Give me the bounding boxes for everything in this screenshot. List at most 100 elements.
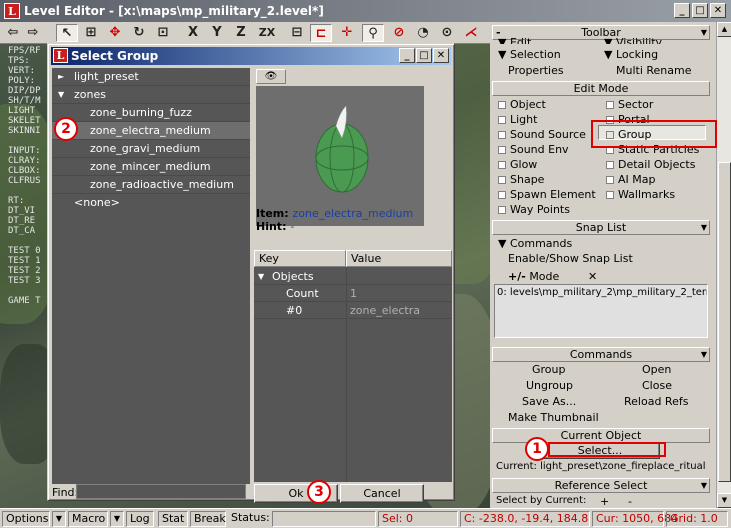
select-highlight-box xyxy=(548,442,666,457)
value-column-header[interactable]: Value xyxy=(346,250,452,267)
properties-table[interactable]: Key Value ▼ Objects Count 1 #0 zone_elec… xyxy=(254,250,452,482)
reference-select-header[interactable]: Reference Select ▼ xyxy=(492,478,710,493)
snap-list-box[interactable]: 0: levels\mp_military_2\mp_military_2_te… xyxy=(494,284,708,338)
options-dropdown-icon[interactable]: ▼ xyxy=(52,511,66,527)
selection-menu[interactable]: ▼ Selection xyxy=(498,48,561,61)
cancel-button[interactable]: Cancel xyxy=(340,484,424,503)
ungroup-command[interactable]: Ungroup xyxy=(526,379,573,392)
open-command[interactable]: Open xyxy=(642,363,671,376)
normal-align-icon[interactable]: ⊘ xyxy=(388,24,410,42)
add-object-icon[interactable]: ⊞ xyxy=(80,24,102,42)
rotate-snap-icon[interactable]: ◔ xyxy=(412,24,434,42)
key-column-header[interactable]: Key xyxy=(254,250,346,267)
maximize-button[interactable]: □ xyxy=(692,3,708,18)
find-input[interactable] xyxy=(76,484,246,499)
tree-item-light-preset[interactable]: ► light_preset xyxy=(52,68,250,86)
axis-y-button[interactable]: Y xyxy=(206,24,228,42)
tree-item[interactable]: zone_mincer_medium xyxy=(52,158,250,176)
prop-row-count[interactable]: Count 1 xyxy=(254,285,452,302)
current-object-header[interactable]: Current Object xyxy=(492,428,710,443)
magnet-icon[interactable]: ⚲ xyxy=(362,24,384,42)
properties-button[interactable]: Properties xyxy=(508,64,564,77)
item-value: zone_electra_medium xyxy=(292,207,414,220)
snap-mode-button[interactable]: +/- Mode xyxy=(508,270,559,283)
mode-sound-env[interactable]: Sound Env xyxy=(498,143,569,156)
select-by-current-minus[interactable]: - xyxy=(628,495,632,508)
prop-row-item[interactable]: #0 zone_electra xyxy=(254,302,452,319)
collapse-arrow-icon[interactable]: ▼ xyxy=(258,268,264,285)
viewport-hud: FPS/RF TPS: VERT: POLY: DIP/DP SH/T/M LIGHT S… xyxy=(8,46,41,306)
tree-item[interactable]: zone_burning_fuzz xyxy=(52,104,250,122)
edit-menu[interactable]: ▼ Edit xyxy=(498,36,531,44)
scale-snap-icon[interactable]: ⋌ xyxy=(460,24,482,42)
tree-item-zones[interactable]: ▼ zones xyxy=(52,86,250,104)
prop-row-objects[interactable]: ▼ Objects xyxy=(254,268,452,285)
scroll-up-icon[interactable]: ▲ xyxy=(717,22,731,37)
move-icon[interactable]: ✥ xyxy=(104,24,126,42)
tree-item[interactable]: zone_radioactive_medium xyxy=(52,176,250,194)
mode-sound-source[interactable]: Sound Source xyxy=(498,128,586,141)
log-button[interactable]: Log xyxy=(126,511,154,527)
snap-grid-icon[interactable]: ⊟ xyxy=(286,24,308,42)
back-arrow-icon[interactable]: ⇦ xyxy=(2,24,24,42)
vertex-snap-icon[interactable]: ✛ xyxy=(336,24,358,42)
scroll-thumb[interactable] xyxy=(718,162,731,482)
object-snap-icon[interactable]: ⊏ xyxy=(310,24,332,42)
expand-arrow-icon[interactable]: ► xyxy=(58,68,64,86)
select-pointer-icon[interactable]: ↖ xyxy=(56,24,78,42)
options-menu[interactable]: Options xyxy=(2,511,50,527)
mode-object[interactable]: Object xyxy=(498,98,546,111)
save-as-command[interactable]: Save As... xyxy=(522,395,576,408)
axis-z-button[interactable]: Z xyxy=(230,24,252,42)
mode-sector[interactable]: Sector xyxy=(606,98,653,111)
mode-way-points[interactable]: Way Points xyxy=(498,203,570,216)
axis-x-button[interactable]: X xyxy=(182,24,204,42)
right-panel-scrollbar[interactable]: ▲ ▼ xyxy=(716,22,731,508)
dialog-minimize-button[interactable]: _ xyxy=(399,48,415,63)
tree-item-selected[interactable]: zone_electra_medium xyxy=(52,122,250,140)
mode-spawn-element[interactable]: Spawn Element xyxy=(498,188,596,201)
reload-refs-command[interactable]: Reload Refs xyxy=(624,395,688,408)
forward-arrow-icon[interactable]: ⇨ xyxy=(22,24,44,42)
macro-dropdown-icon[interactable]: ▼ xyxy=(110,511,124,527)
snap-list-entry[interactable]: 0: levels\mp_military_2\mp_military_2_te… xyxy=(497,287,707,298)
snap-clear-icon[interactable]: ✕ xyxy=(588,270,597,283)
mode-glow[interactable]: Glow xyxy=(498,158,537,171)
eye-icon[interactable]: 👁 xyxy=(256,69,286,84)
mode-detail-objects[interactable]: Detail Objects xyxy=(606,158,695,171)
close-button[interactable]: ✕ xyxy=(710,3,726,18)
stat-button[interactable]: Stat xyxy=(158,511,188,527)
move-to-icon[interactable]: ⊙ xyxy=(436,24,458,42)
commands-header[interactable]: Commands ▼ xyxy=(492,347,710,362)
mode-ai-map[interactable]: AI Map xyxy=(606,173,655,186)
snap-commands-menu[interactable]: ▼ Commands xyxy=(498,237,572,250)
group-tree[interactable]: ► light_preset ▼ zones zone_burning_fuzz… xyxy=(52,68,250,484)
group-command[interactable]: Group xyxy=(532,363,566,376)
select-by-current-plus[interactable]: + xyxy=(600,495,609,508)
break-button[interactable]: Break xyxy=(190,511,226,527)
enable-snap-list-button[interactable]: Enable/Show Snap List xyxy=(508,252,633,265)
edit-mode-header[interactable]: Edit Mode xyxy=(492,81,710,96)
grid-size: Grid: 1.0 xyxy=(666,511,728,527)
mode-light[interactable]: Light xyxy=(498,113,537,126)
multi-rename-button[interactable]: Multi Rename xyxy=(616,64,692,77)
tree-item[interactable]: zone_gravi_medium xyxy=(52,140,250,158)
visibility-menu[interactable]: ▼ Visibility xyxy=(604,36,662,44)
mode-shape[interactable]: Shape xyxy=(498,173,544,186)
macro-menu[interactable]: Macro xyxy=(68,511,108,527)
make-thumbnail-command[interactable]: Make Thumbnail xyxy=(508,411,599,424)
axis-zx-button[interactable]: ZX xyxy=(256,24,278,42)
dialog-maximize-button[interactable]: □ xyxy=(416,48,432,63)
scroll-down-icon[interactable]: ▼ xyxy=(717,493,731,508)
locking-menu[interactable]: ▼ Locking xyxy=(604,48,658,61)
step-marker-3: 3 xyxy=(307,480,331,504)
snap-list-header[interactable]: Snap List ▼ xyxy=(492,220,710,235)
scale-icon[interactable]: ⊡ xyxy=(152,24,174,42)
dialog-close-button[interactable]: ✕ xyxy=(433,48,449,63)
minimize-button[interactable]: _ xyxy=(674,3,690,18)
mode-wallmarks[interactable]: Wallmarks xyxy=(606,188,675,201)
tree-item-none[interactable]: <none> xyxy=(52,194,250,212)
rotate-icon[interactable]: ↻ xyxy=(128,24,150,42)
collapse-arrow-icon[interactable]: ▼ xyxy=(58,86,64,104)
close-command[interactable]: Close xyxy=(642,379,672,392)
